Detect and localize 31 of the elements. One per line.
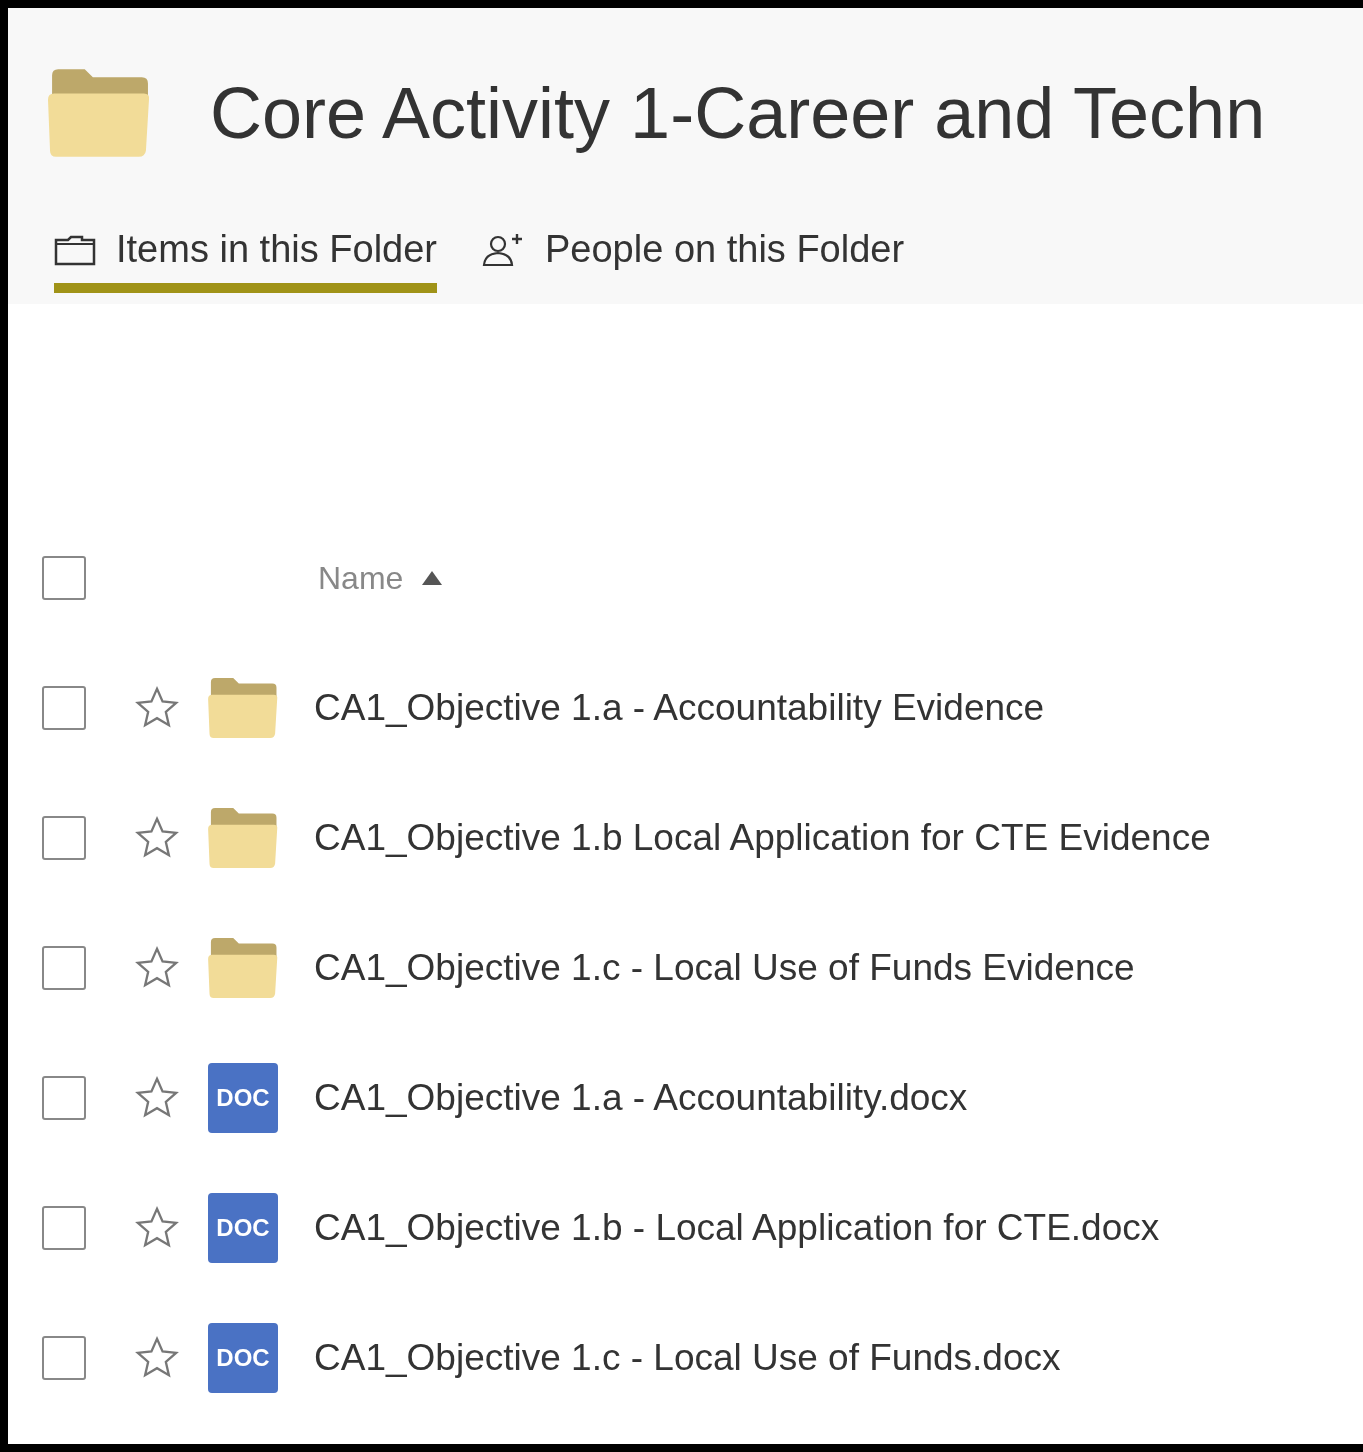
doc-icon: DOC: [208, 1193, 278, 1263]
tab[interactable]: Items in this Folder: [54, 228, 437, 293]
row-checkbox[interactable]: [42, 946, 86, 990]
star-icon[interactable]: [134, 1335, 180, 1381]
folder-icon: [48, 69, 150, 157]
star-icon[interactable]: [134, 1205, 180, 1251]
folder-icon: [208, 938, 278, 998]
person-add-icon: [481, 231, 525, 268]
item-name-link[interactable]: CA1_Objective 1.c - Local Use of Funds Evidence: [314, 947, 1135, 989]
doc-icon: DOC: [208, 1323, 278, 1393]
folder-icon: [208, 678, 278, 738]
star-icon[interactable]: [134, 815, 180, 861]
folder-icon: [54, 233, 96, 266]
star-icon[interactable]: [134, 685, 180, 731]
folder-icon: [208, 808, 278, 868]
doc-icon: DOC: [208, 1063, 278, 1133]
star-icon[interactable]: [134, 1075, 180, 1121]
row-checkbox[interactable]: [42, 1076, 86, 1120]
item-name-link[interactable]: CA1_Objective 1.a - Accountability Evidence: [314, 687, 1045, 729]
name-column-header[interactable]: Name: [318, 559, 444, 597]
star-icon[interactable]: [134, 945, 180, 991]
row-checkbox[interactable]: [42, 1336, 86, 1380]
row-checkbox[interactable]: [42, 1206, 86, 1250]
item-name-link[interactable]: CA1_Objective 1.a - Accountability.docx: [314, 1077, 968, 1119]
row-checkbox[interactable]: [42, 816, 86, 860]
item-name-link[interactable]: CA1_Objective 1.b Local Application for CTE Evidence: [314, 817, 1211, 859]
item-name-link[interactable]: CA1_Objective 1.b - Local Application for CTE.docx: [314, 1207, 1160, 1249]
tab[interactable]: People on this Folder: [481, 228, 905, 293]
row-checkbox[interactable]: [42, 686, 86, 730]
select-all-checkbox[interactable]: [42, 556, 86, 600]
item-name-link[interactable]: CA1_Objective 1.c - Local Use of Funds.docx: [314, 1337, 1061, 1379]
